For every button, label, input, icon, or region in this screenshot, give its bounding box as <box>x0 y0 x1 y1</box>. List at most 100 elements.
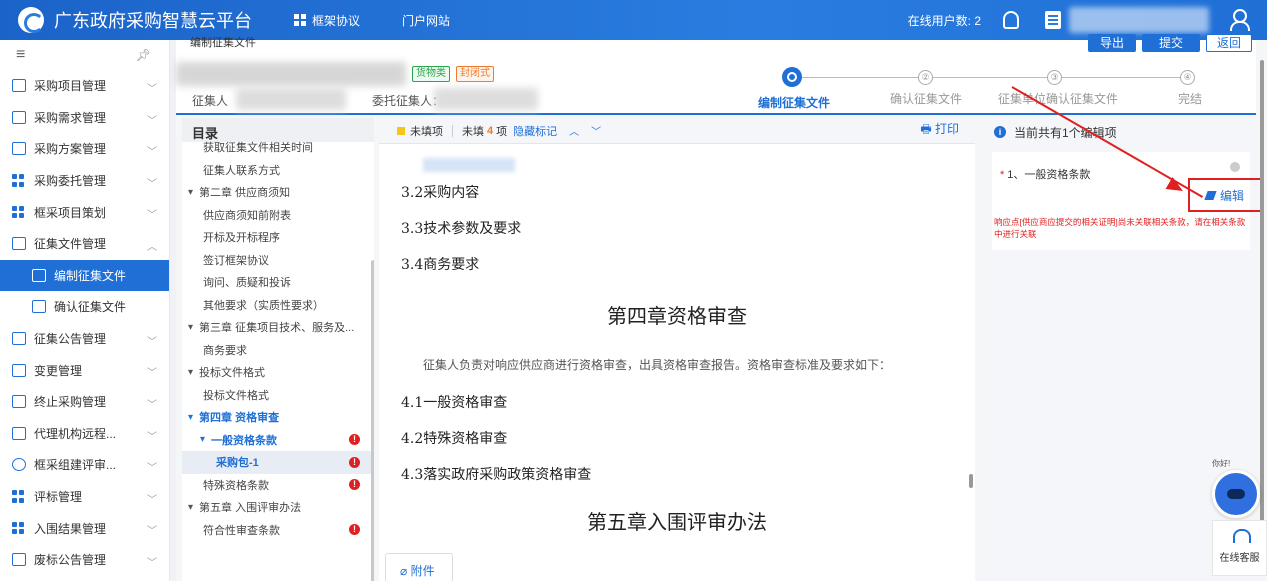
toc-item-conformity[interactable]: 符合性审查条款! <box>182 519 374 542</box>
toc-item[interactable]: 投标文件格式 <box>182 384 374 407</box>
back-button[interactable]: 返回 <box>1206 34 1252 52</box>
sidebar-item-label: 确认征集文件 <box>54 300 127 315</box>
sidebar-item-review-team[interactable]: 框采组建评审... ﹀ <box>0 449 169 481</box>
step-connector <box>933 77 1047 78</box>
print-button[interactable]: 🖶︎ 打印 <box>920 120 959 141</box>
doc-section: 3.3技术参数及要求 <box>401 221 522 237</box>
doc-section: 3.2采购内容 <box>401 185 480 201</box>
unfilled-legend: 未填项 <box>410 125 443 138</box>
blurred-project-title <box>176 62 406 86</box>
nav-portal[interactable]: 门户网站 <box>402 12 450 29</box>
sidebar-item-label: 采购项目管理 <box>34 79 107 94</box>
sidebar-item-terminate[interactable]: 终止采购管理 ﹀ <box>0 386 169 418</box>
step-label-complete: 完结 <box>1178 92 1203 106</box>
toc-item[interactable]: 征集人联系方式 <box>182 159 374 182</box>
menu-toggle-icon[interactable]: ≡ <box>16 46 25 64</box>
warning-icon: ! <box>349 434 360 446</box>
attachment-tab[interactable]: ⌀ 附件 <box>385 553 453 581</box>
sidebar-item-label: 终止采购管理 <box>34 395 107 410</box>
doc-icon <box>12 395 26 409</box>
sidebar-item-change[interactable]: 变更管理 ﹀ <box>0 354 169 386</box>
assistant-bot-icon[interactable] <box>1212 470 1260 518</box>
sidebar-item-procurement-project[interactable]: 采购项目管理 ﹀ <box>0 70 169 102</box>
online-service-button[interactable]: 在线客服 <box>1212 520 1267 576</box>
hide-marks-link[interactable]: 隐藏标记 <box>513 123 557 139</box>
page-scrollbar[interactable] <box>1260 60 1264 530</box>
export-button[interactable]: 导出 <box>1088 34 1136 52</box>
blurred-user-info <box>1069 7 1209 33</box>
toc-item[interactable]: 商务要求 <box>182 339 374 362</box>
toc-item-label: 特殊资格条款 <box>203 479 269 492</box>
nav-framework-agreement[interactable]: 框架协议 <box>294 12 360 29</box>
notice-doc-icon[interactable] <box>1045 11 1061 29</box>
pin-icon[interactable]: 📌︎ <box>136 48 151 62</box>
chevron-down-icon: ﹀ <box>147 84 157 95</box>
submit-button[interactable]: 提交 <box>1142 34 1200 52</box>
sidebar: ≡ 📌︎ 采购项目管理 ﹀ 采购需求管理 ﹀ 采购方案管理 ﹀ 采购委托管理 ﹀ 框采项… <box>0 40 170 581</box>
toc-item-package-1[interactable]: 采购包-1! <box>182 451 374 474</box>
doc-icon <box>32 300 46 314</box>
sidebar-item-failed-bid[interactable]: 废标公告管理 ﹀ <box>0 544 169 576</box>
toc-chapter[interactable]: 第三章 征集项目技术、服务及... <box>182 316 374 339</box>
sidebar-item-evaluation[interactable]: 评标管理 ﹀ <box>0 481 169 513</box>
chevron-down-icon: ﹀ <box>147 178 157 190</box>
toolbar-divider <box>452 124 453 137</box>
doc-icon <box>12 553 26 567</box>
toc-item[interactable]: 开标及开标程序 <box>182 226 374 249</box>
sidebar-item-edit-collection-doc[interactable]: 编制征集文件 <box>0 259 169 292</box>
paperclip-icon: ⌀ <box>400 564 411 578</box>
sidebar-item-announcement[interactable]: 征集公告管理 ﹀ <box>0 323 169 355</box>
sidebar-item-agency-remote[interactable]: 代理机构远程... ﹀ <box>0 418 169 450</box>
toc-item-special-qualification[interactable]: 特殊资格条款! <box>182 474 374 497</box>
sidebar-item-entrust[interactable]: 采购委托管理 ﹀ <box>0 165 169 197</box>
blurred-entrusted <box>434 88 538 110</box>
chevron-down-icon: ﹀ <box>147 336 157 348</box>
blurred-collector <box>236 88 346 110</box>
toc-item[interactable]: 其他要求（实质性要求） <box>182 294 374 317</box>
doc-scrollbar[interactable] <box>969 474 973 488</box>
warning-icon: ! <box>349 479 360 491</box>
type-tag: 封闭式 <box>456 66 494 82</box>
sidebar-item-label: 代理机构远程... <box>34 426 117 441</box>
sidebar-item-shortlist-result[interactable]: 入围结果管理 ﹀ <box>0 512 169 544</box>
toc-chapter[interactable]: 投标文件格式 <box>182 361 374 384</box>
chevron-up-icon[interactable]: ︿ <box>569 123 579 138</box>
collector-label: 征集人 <box>192 94 229 108</box>
toc-scrollbar[interactable] <box>371 260 374 581</box>
logo-icon <box>18 7 44 33</box>
step-label-unit-confirm: 征集单位确认征集文件 <box>998 92 1119 106</box>
toc-item[interactable]: 供应商须知前附表 <box>182 204 374 227</box>
toc-item[interactable]: 签订框架协议 <box>182 249 374 272</box>
toc-item[interactable]: 获取征集文件相关时间 <box>182 136 374 159</box>
bell-icon[interactable] <box>1003 11 1019 29</box>
edit-item-label: 1、一般资格条款 <box>1007 169 1091 181</box>
toc-item-general-qualification[interactable]: 一般资格条款! <box>182 429 374 452</box>
toc-chapter[interactable]: 第五章 入围评审办法 <box>182 496 374 519</box>
page-tab-title: 编制征集文件 <box>190 37 256 49</box>
chevron-down-icon: ﹀ <box>147 526 157 538</box>
sidebar-item-framework-plan[interactable]: 框采项目策划 ﹀ <box>0 196 169 228</box>
app-title: 广东政府采购智慧云平台 <box>54 11 252 31</box>
sidebar-item-demand[interactable]: 采购需求管理 ﹀ <box>0 102 169 134</box>
sidebar-item-collection-docs[interactable]: 征集文件管理 ︿ <box>0 228 169 260</box>
chevron-down-icon: ﹀ <box>147 368 157 380</box>
toc-chapter-active[interactable]: 第四章 资格审查 <box>182 406 374 429</box>
grid-icon <box>294 14 306 26</box>
toc-chapter[interactable]: 第二章 供应商须知 <box>182 181 374 204</box>
doc-section: 4.2特殊资格审查 <box>401 431 508 447</box>
doc-paragraph: 征集人负责对响应供应商进行资格审查，出具资格审查报告。资格审查标准及要求如下： <box>423 358 892 372</box>
step-3-circle: ③ <box>1047 70 1062 85</box>
blurred-text <box>423 158 515 172</box>
sidebar-item-plan[interactable]: 采购方案管理 ﹀ <box>0 133 169 165</box>
edit-doc-icon <box>32 268 46 282</box>
unfilled-count-suffix: 项 <box>496 125 508 138</box>
nav-label: 框架协议 <box>312 13 361 28</box>
step-4-circle: ④ <box>1180 70 1195 85</box>
sidebar-header: ≡ 📌︎ <box>0 40 169 70</box>
toc-item[interactable]: 询问、质疑和投诉 <box>182 271 374 294</box>
sidebar-item-label: 框采组建评审... <box>34 458 117 473</box>
sidebar-item-confirm-collection-doc[interactable]: 确认征集文件 <box>0 291 169 323</box>
sidebar-item-label: 采购委托管理 <box>34 174 107 189</box>
chevron-up-icon: ︿ <box>147 241 157 253</box>
chevron-down-icon[interactable]: ﹀ <box>591 123 601 138</box>
